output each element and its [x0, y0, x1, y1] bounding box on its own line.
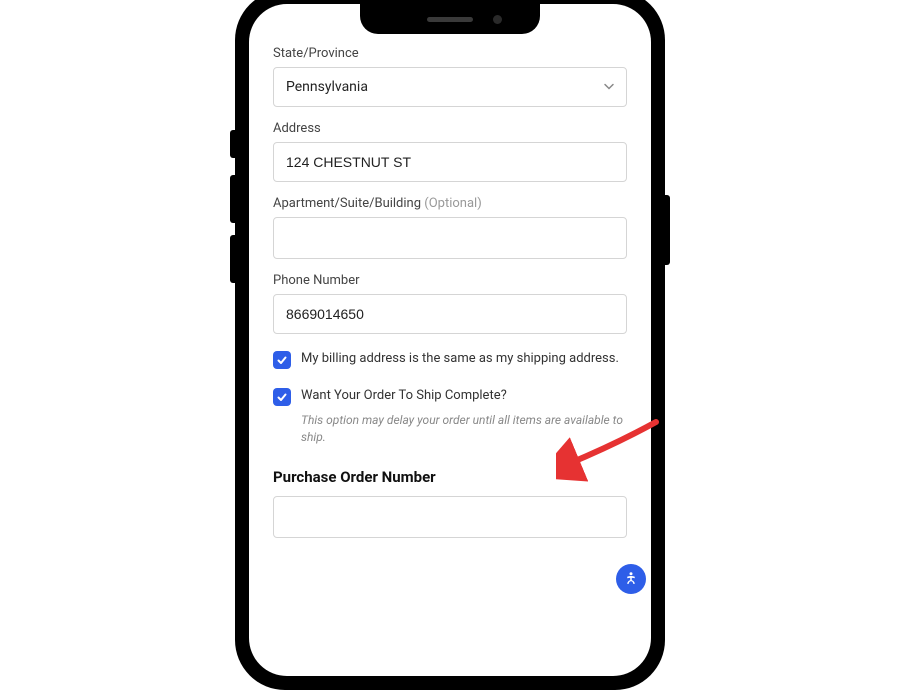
- check-icon: [276, 391, 288, 403]
- ship-complete-note: This option may delay your order until a…: [301, 412, 627, 446]
- address-input[interactable]: [273, 142, 627, 182]
- state-select[interactable]: Pennsylvania: [273, 67, 627, 107]
- billing-same-checkbox[interactable]: [273, 351, 291, 369]
- address-field: Address: [273, 121, 627, 182]
- ship-complete-checkbox[interactable]: [273, 388, 291, 406]
- phone-speaker: [427, 17, 473, 22]
- checkout-form: State/Province Pennsylvania Address Apar…: [249, 4, 651, 676]
- phone-screen-bezel: State/Province Pennsylvania Address Apar…: [249, 4, 651, 676]
- state-select-wrapper: Pennsylvania: [273, 67, 627, 107]
- ship-complete-row: Want Your Order To Ship Complete?: [273, 387, 627, 406]
- apartment-label: Apartment/Suite/Building (Optional): [273, 196, 627, 211]
- phone-field: Phone Number: [273, 273, 627, 334]
- apartment-label-main: Apartment/Suite/Building: [273, 196, 424, 211]
- check-icon: [276, 354, 288, 366]
- po-number-input[interactable]: [273, 496, 627, 538]
- phone-input[interactable]: [273, 294, 627, 334]
- address-label: Address: [273, 121, 627, 136]
- phone-notch: [360, 4, 540, 34]
- phone-side-button: [230, 235, 235, 283]
- phone-frame: State/Province Pennsylvania Address Apar…: [235, 0, 665, 690]
- phone-side-button: [230, 175, 235, 223]
- accessibility-icon[interactable]: [616, 564, 646, 594]
- apartment-field: Apartment/Suite/Building (Optional): [273, 196, 627, 259]
- state-field: State/Province Pennsylvania: [273, 46, 627, 107]
- billing-same-row: My billing address is the same as my shi…: [273, 350, 627, 369]
- billing-same-label: My billing address is the same as my shi…: [301, 350, 619, 368]
- state-label: State/Province: [273, 46, 627, 61]
- phone-label: Phone Number: [273, 273, 627, 288]
- phone-side-button: [665, 195, 670, 265]
- phone-side-button: [230, 130, 235, 158]
- ship-complete-label: Want Your Order To Ship Complete?: [301, 387, 507, 405]
- phone-camera: [493, 15, 502, 24]
- apartment-input[interactable]: [273, 217, 627, 259]
- po-number-title: Purchase Order Number: [273, 468, 627, 486]
- apartment-label-optional: (Optional): [424, 196, 481, 211]
